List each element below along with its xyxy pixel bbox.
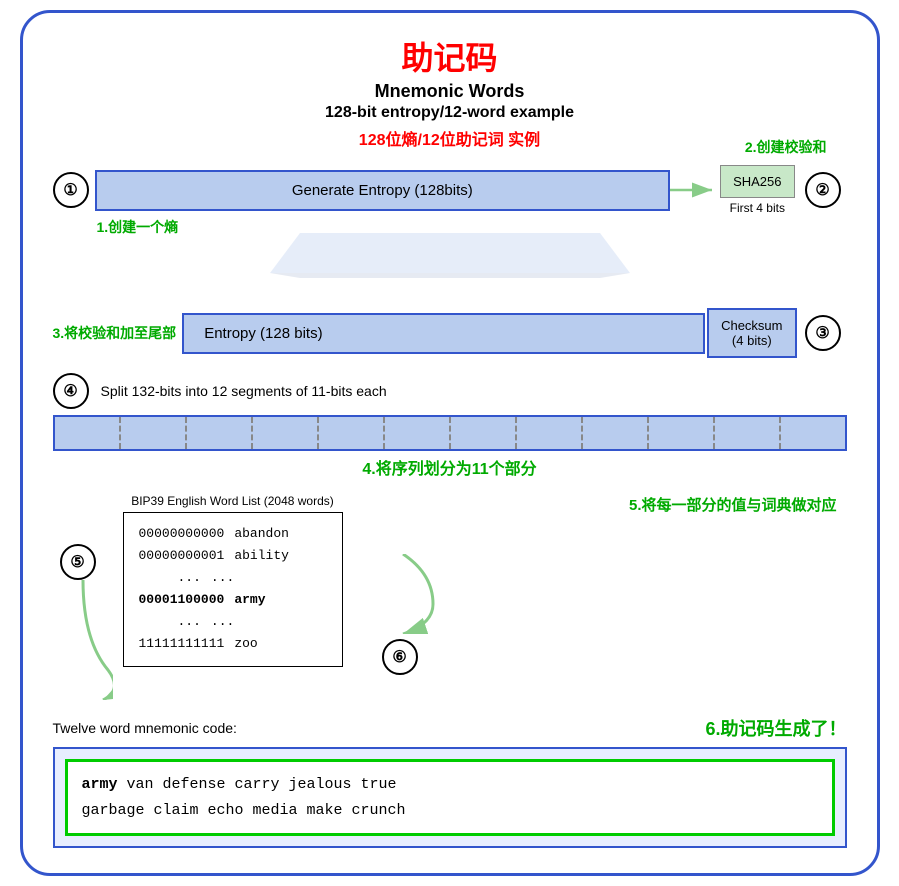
seg5 <box>319 417 385 449</box>
down-arrow-svg <box>250 233 650 278</box>
seg3 <box>187 417 253 449</box>
step4-top: ④ Split 132-bits into 12 segments of 11-… <box>53 373 847 409</box>
wl-num-army: 00001100000 <box>139 589 225 611</box>
right-curved-arrow <box>363 554 443 634</box>
mnemonic-rest: van defense carry jealous truegarbage cl… <box>82 776 406 819</box>
circle-1: ① <box>53 172 89 208</box>
arrow-to-sha <box>670 175 720 205</box>
circle-2: ② <box>805 172 841 208</box>
checksum-box: Checksum (4 bits) <box>707 308 796 358</box>
circle-5: ⑤ <box>60 544 96 580</box>
step5-row: ⑤ BIP39 English Word List (2048 words) <box>53 494 847 700</box>
wl-word-army: army <box>234 589 265 611</box>
mnemonic-outer: army van defense carry jealous truegarba… <box>53 747 847 848</box>
seg9 <box>583 417 649 449</box>
wl-dots-2: ... <box>139 611 201 633</box>
wordlist-box: 00000000000 abandon 00000000001 ability … <box>123 512 343 667</box>
seg4 <box>253 417 319 449</box>
wl-row-3: ... ... <box>139 567 327 589</box>
label4: 4.将序列划分为11个部分 <box>53 455 847 479</box>
label5: 5.将每一部分的值与词典做对应 <box>629 494 837 515</box>
wl-word-zoo: zoo <box>234 633 257 655</box>
entropy128-box: Entropy (128 bits) <box>182 313 705 354</box>
split-text: Split 132-bits into 12 segments of 11-bi… <box>101 383 387 399</box>
wl-row-6: 11111111111 zoo <box>139 633 327 655</box>
seg10 <box>649 417 715 449</box>
title-en1: Mnemonic Words <box>53 81 847 102</box>
sha-box: SHA256 <box>720 165 794 198</box>
wordlist-title: BIP39 English Word List (2048 words) <box>123 494 343 508</box>
wl-row-4: 00001100000 army <box>139 589 327 611</box>
segment-dividers <box>55 417 845 449</box>
wl-num-2: 00000000001 <box>139 545 225 567</box>
step6-row: Twelve word mnemonic code: 6.助记码生成了！ arm… <box>53 715 847 848</box>
wl-row-5: ... ... <box>139 611 327 633</box>
segment-bar <box>53 415 847 451</box>
seg6 <box>385 417 451 449</box>
wl-row-2: 00000000001 ability <box>139 545 327 567</box>
label2: 2.创建校验和 <box>745 137 827 157</box>
wl-num-1: 00000000000 <box>139 523 225 545</box>
wl-dots-word-1: ... <box>211 567 234 589</box>
wl-row-1: 00000000000 abandon <box>139 523 327 545</box>
wl-dots-word-2: ... <box>211 611 234 633</box>
right-arrow-area: ⑥ <box>363 554 443 675</box>
title-zh2: 128位熵/12位助记词 实例 <box>53 126 847 150</box>
step4-row: ④ Split 132-bits into 12 segments of 11-… <box>53 373 847 479</box>
wl-word-1: abandon <box>234 523 289 545</box>
curved-arrows <box>53 580 113 700</box>
circle-3: ③ <box>805 315 841 351</box>
circle-6: ⑥ <box>382 639 418 675</box>
left-arrow-area: ⑤ <box>53 504 113 700</box>
checksum-label: Checksum <box>721 318 782 333</box>
entropy-box: Generate Entropy (128bits) <box>95 170 671 211</box>
seg2 <box>121 417 187 449</box>
wl-num-zoo: 11111111111 <box>139 633 225 655</box>
twelve-word-label: Twelve word mnemonic code: <box>53 720 237 736</box>
seg8 <box>517 417 583 449</box>
label3: 3.将校验和加至尾部 <box>53 323 177 343</box>
down-arrow-area <box>53 233 847 278</box>
step3-row: 3.将校验和加至尾部 Entropy (128 bits) Checksum (… <box>53 308 847 358</box>
first4bits: First 4 bits <box>720 201 794 215</box>
circle-4: ④ <box>53 373 89 409</box>
wordlist-container: BIP39 English Word List (2048 words) 000… <box>123 494 343 667</box>
seg1 <box>55 417 121 449</box>
title-en2: 128-bit entropy/12-word example <box>53 104 847 122</box>
seg11 <box>715 417 781 449</box>
wl-dots-1: ... <box>139 567 201 589</box>
step1-row: 2.创建校验和 ① Generate Entropy (128bits) SHA… <box>53 165 847 215</box>
wl-word-2: ability <box>234 545 289 567</box>
segment-bar-wrapper <box>53 415 847 451</box>
label6: 6.助记码生成了！ <box>705 715 846 741</box>
checksum-bits: (4 bits) <box>721 333 782 348</box>
mnemonic-bold-word: army <box>82 776 118 793</box>
mnemonic-inner: army van defense carry jealous truegarba… <box>65 759 835 836</box>
title-zh: 助记码 <box>53 33 847 79</box>
step6-top: Twelve word mnemonic code: 6.助记码生成了！ <box>53 715 847 741</box>
sha-area: SHA256 First 4 bits <box>720 165 794 215</box>
seg12 <box>781 417 845 449</box>
main-container: 助记码 Mnemonic Words 128-bit entropy/12-wo… <box>20 10 880 876</box>
seg7 <box>451 417 517 449</box>
